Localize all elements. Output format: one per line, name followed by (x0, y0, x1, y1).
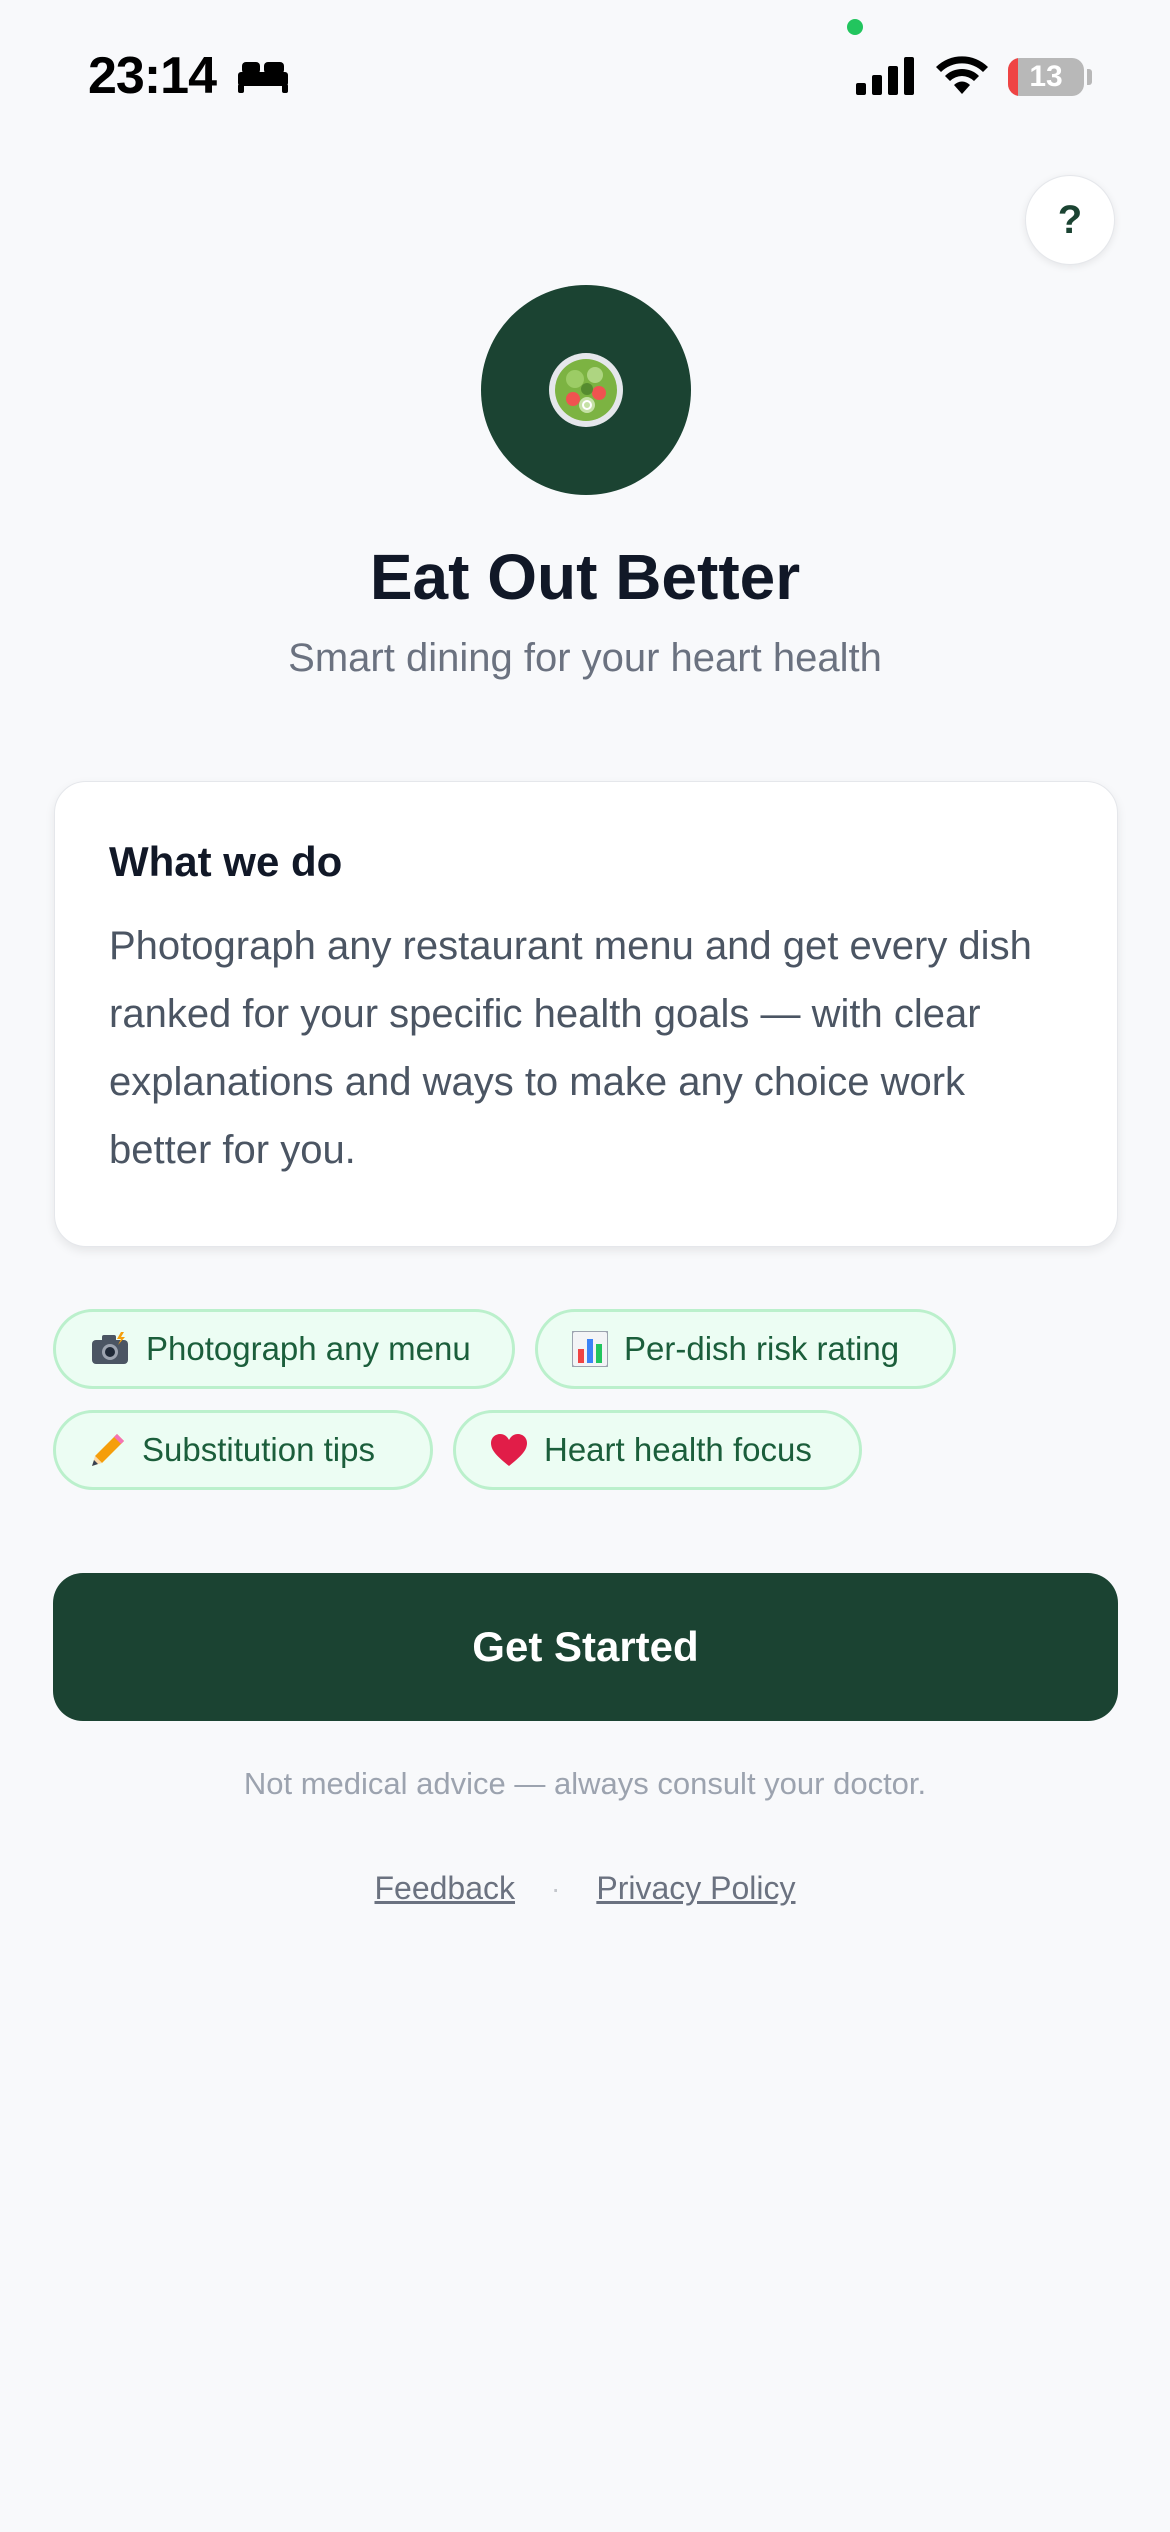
app-title: Eat Out Better (369, 541, 801, 613)
feature-chip-label: Heart health focus (544, 1431, 812, 1468)
welcome-screen: 23:14 13 ? Eat Out Better Smart dining f… (0, 0, 1170, 2532)
feature-chip-label: Substitution tips (142, 1431, 375, 1468)
feature-chip-label: Photograph any menu (146, 1330, 471, 1367)
feature-chip-risk-rating: Per-dish risk rating (535, 1309, 956, 1389)
privacy-indicator-dot (847, 19, 863, 35)
bed-icon (238, 62, 288, 93)
feature-chip-photograph: Photograph any menu (53, 1309, 515, 1389)
feature-chip-label: Per-dish risk rating (624, 1330, 900, 1367)
footer-links: Feedback · Privacy Policy (0, 1870, 1170, 1907)
app-logo (481, 285, 691, 495)
feature-chip-substitution: Substitution tips (53, 1410, 433, 1490)
battery-icon: 13 (1008, 58, 1084, 96)
wifi-icon (936, 56, 988, 94)
help-button[interactable]: ? (1025, 175, 1115, 265)
get-started-button[interactable]: Get Started (53, 1573, 1118, 1721)
battery-level: 13 (1029, 60, 1063, 93)
privacy-policy-link[interactable]: Privacy Policy (596, 1870, 795, 1907)
card-title: What we do (109, 838, 343, 885)
status-time: 23:14 (88, 47, 217, 105)
app-subtitle: Smart dining for your heart health (288, 636, 882, 680)
signal-icon (856, 57, 914, 95)
what-we-do-card: What we do Photograph any restaurant men… (54, 781, 1118, 1247)
feedback-link[interactable]: Feedback (374, 1870, 515, 1907)
card-body: Photograph any restaurant menu and get e… (109, 924, 1032, 1172)
battery-cap (1087, 69, 1092, 85)
feature-chip-heart-health: Heart health focus (453, 1410, 862, 1490)
camera-flash-icon (90, 1332, 130, 1366)
heart-icon (490, 1433, 528, 1467)
medical-disclaimer: Not medical advice — always consult your… (243, 1766, 927, 1801)
bar-chart-icon (572, 1331, 608, 1367)
pencil-icon (90, 1432, 126, 1468)
footer-separator: · (551, 1872, 561, 1904)
salad-icon (549, 353, 623, 427)
